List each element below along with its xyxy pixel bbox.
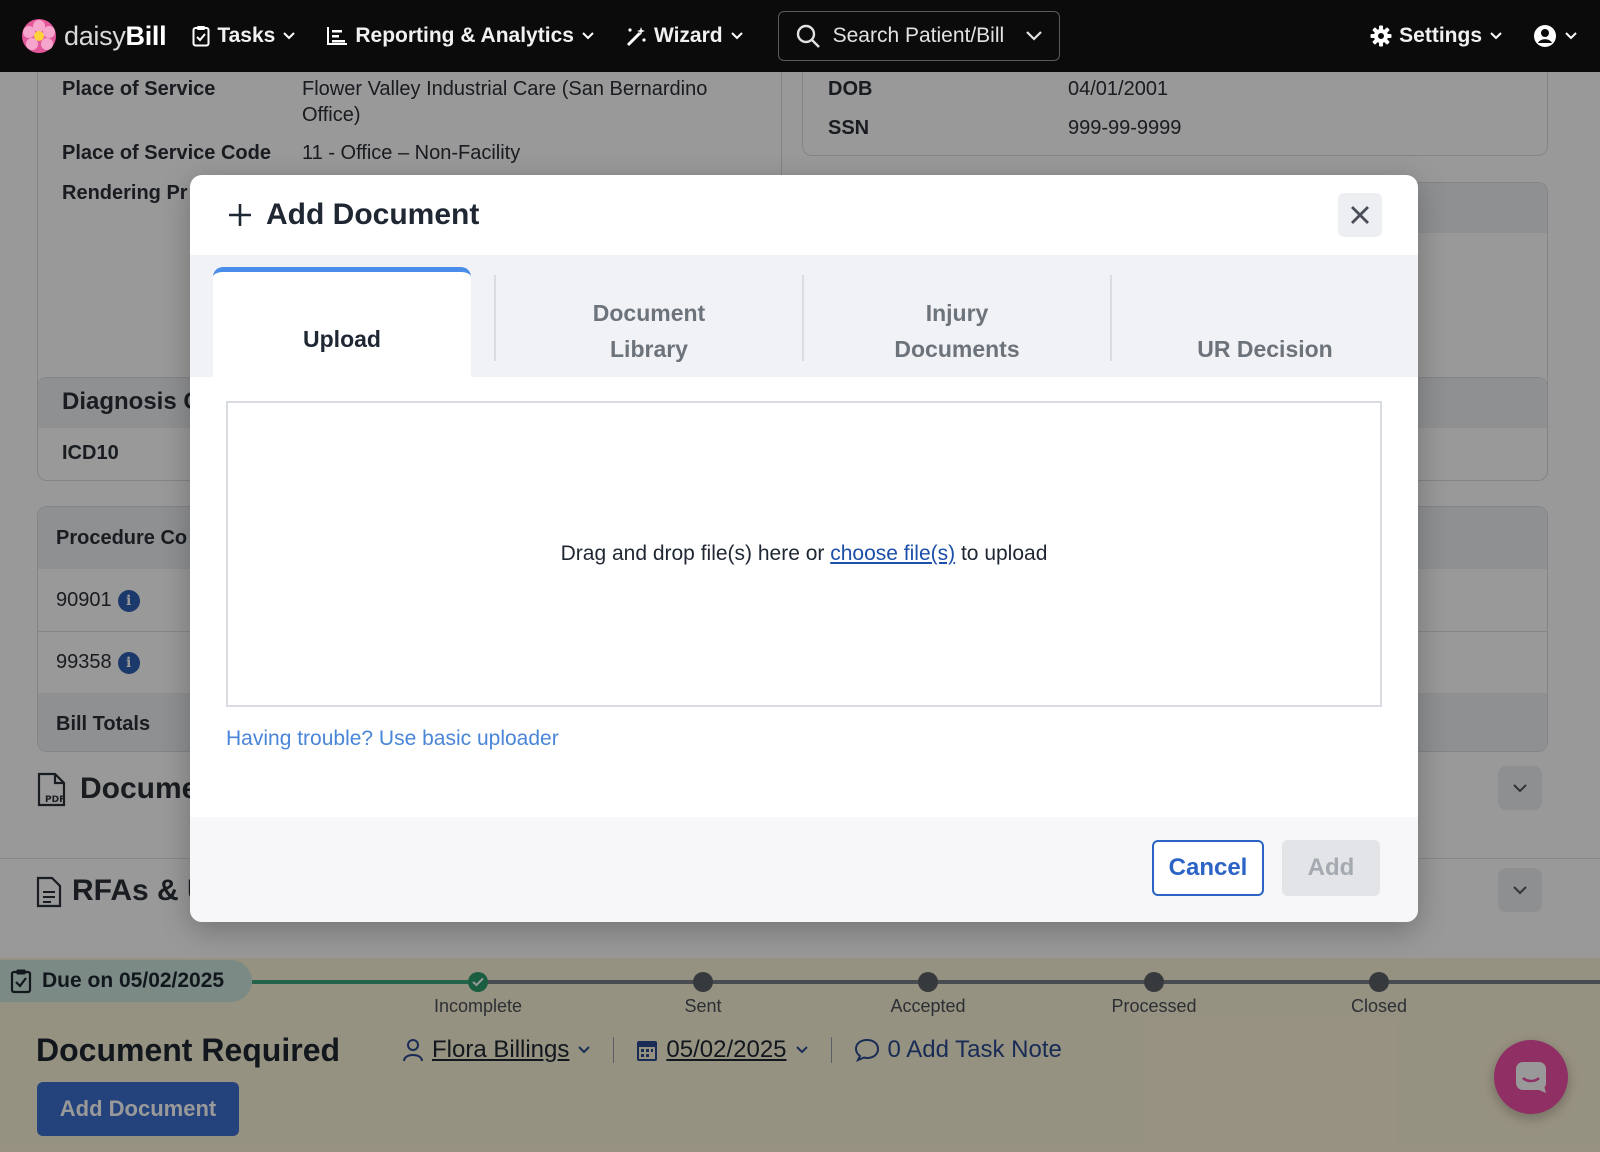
gear-icon xyxy=(1370,25,1392,47)
user-circle-icon xyxy=(1534,25,1556,47)
nav-tasks-label: Tasks xyxy=(217,24,276,47)
logo[interactable]: daisyBill xyxy=(22,19,167,53)
nav-settings-label: Settings xyxy=(1399,24,1482,47)
nav-tasks[interactable]: Tasks xyxy=(192,24,296,48)
nav-reporting-label: Reporting & Analytics xyxy=(355,24,574,47)
add-button[interactable]: Add xyxy=(1282,840,1380,896)
search-patient-bill[interactable]: Search Patient/Bill xyxy=(777,11,1060,61)
dropzone-text-after: to upload xyxy=(955,542,1048,565)
chevron-down-icon xyxy=(1025,31,1042,41)
nav-right: Settings xyxy=(1370,24,1578,48)
modal-header: Add Document xyxy=(190,175,1418,255)
add-document-modal: Add Document Upload Document Library Inju… xyxy=(190,175,1418,922)
tab-ur-decision[interactable]: UR Decision xyxy=(1112,267,1418,377)
bar-chart-icon xyxy=(327,27,348,45)
modal-title: Add Document xyxy=(266,198,480,231)
modal-tabs: Upload Document Library Injury Documents U… xyxy=(190,255,1418,377)
nav-user-menu[interactable] xyxy=(1533,24,1578,48)
close-button[interactable] xyxy=(1338,193,1382,237)
chevron-down-icon xyxy=(1565,32,1577,40)
chevron-down-icon xyxy=(582,32,594,40)
nav-wizard[interactable]: Wizard xyxy=(625,24,744,48)
top-nav: daisyBill Tasks Reporting & Analytics Wi… xyxy=(0,0,1600,72)
tab-injury-documents[interactable]: Injury Documents xyxy=(804,267,1110,377)
modal-footer: Cancel Add xyxy=(190,817,1418,922)
magic-wand-icon xyxy=(626,27,646,47)
dropzone-text: Drag and drop file(s) here or xyxy=(560,542,831,565)
daisy-logo-icon xyxy=(22,19,56,53)
search-placeholder: Search Patient/Bill xyxy=(832,24,1005,47)
chevron-down-icon xyxy=(730,32,743,40)
nav-wizard-label: Wizard xyxy=(653,24,723,47)
nav-settings[interactable]: Settings xyxy=(1370,24,1503,48)
chevron-down-icon xyxy=(1490,32,1502,40)
cancel-button[interactable]: Cancel xyxy=(1152,840,1264,896)
chevron-down-icon xyxy=(283,32,296,40)
choose-files-link[interactable]: choose file(s) xyxy=(830,542,955,565)
search-icon xyxy=(796,24,820,48)
tab-document-library[interactable]: Document Library xyxy=(496,267,802,377)
file-dropzone[interactable]: Drag and drop file(s) here or choose fil… xyxy=(226,401,1382,707)
tab-upload[interactable]: Upload xyxy=(213,267,471,377)
nav-reporting[interactable]: Reporting & Analytics xyxy=(326,24,595,48)
basic-uploader-link[interactable]: Having trouble? Use basic uploader xyxy=(226,727,559,751)
plus-icon xyxy=(229,204,251,226)
close-icon xyxy=(1351,206,1369,224)
clipboard-check-icon xyxy=(192,26,210,47)
logo-text: daisyBill xyxy=(64,20,167,51)
